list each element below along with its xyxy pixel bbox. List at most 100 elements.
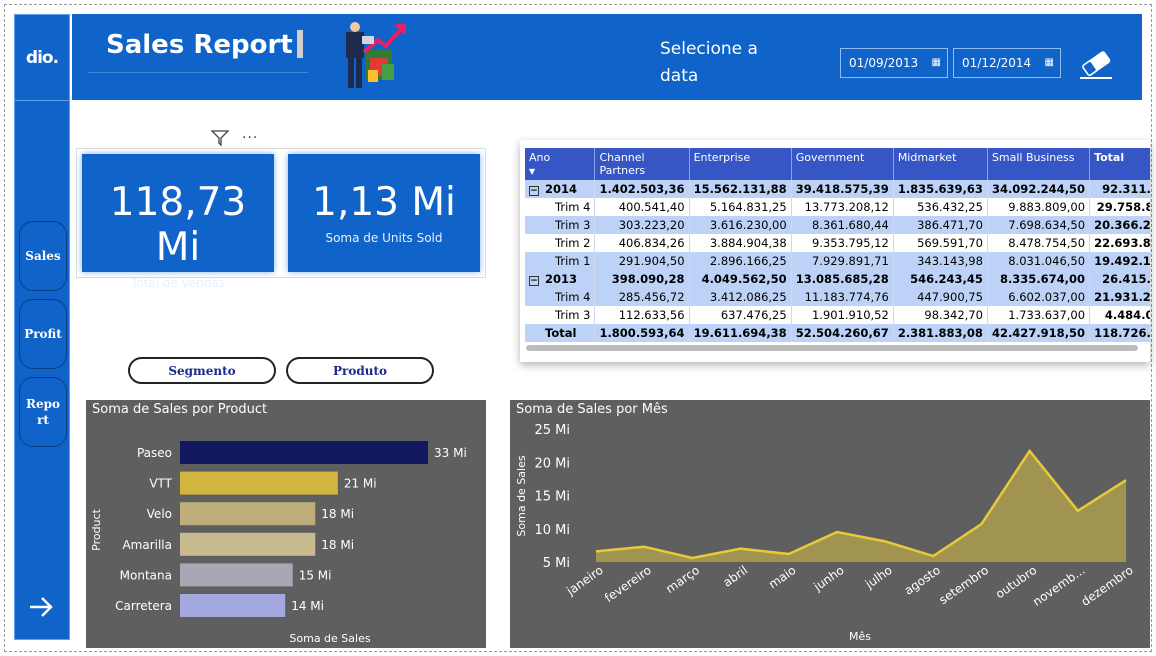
matrix-row-label: Trim 4 <box>525 288 596 306</box>
matrix-cell: 546.243,45 <box>893 270 988 288</box>
calendar-icon[interactable]: ▦ <box>932 49 941 77</box>
bar[interactable] <box>180 441 428 464</box>
date-end-field[interactable]: 01/12/2014 ▦ <box>953 48 1061 78</box>
matrix-cell: 6.602.037,00 <box>987 288 1091 306</box>
matrix-header[interactable]: Small Business <box>987 148 1091 180</box>
bar[interactable] <box>180 471 338 495</box>
matrix-cell: 291.904,50 <box>594 252 690 270</box>
collapse-icon[interactable]: − <box>529 276 539 286</box>
matrix-cell: 21.931.255,4 <box>1089 288 1150 306</box>
matrix-cell: 637.476,25 <box>689 306 792 324</box>
matrix-quarter-row: Trim 2 406.834,26 3.884.904,38 9.353.795,12… <box>525 234 1150 252</box>
date-start-value: 01/09/2013 <box>849 56 919 70</box>
visual-toolbar: ··· <box>210 127 276 149</box>
bar[interactable] <box>180 502 316 526</box>
eraser-icon[interactable] <box>1076 50 1116 80</box>
sidebar-item-label: Report <box>26 397 61 427</box>
kpi-label: Total de vendas <box>131 276 225 290</box>
matrix-cell: 4.049.562,50 <box>689 270 792 288</box>
matrix-cell: 569.591,70 <box>893 234 988 252</box>
matrix-cell: 1.901.910,52 <box>791 306 894 324</box>
x-tick-label: abril <box>720 563 750 590</box>
x-tick-label: setembro <box>936 563 991 607</box>
y-tick-label: 10 Mi <box>534 523 570 538</box>
filter-icon[interactable] <box>210 129 230 147</box>
matrix-header[interactable]: Midmarket <box>893 148 988 180</box>
matrix-cell: 39.418.575,39 <box>791 180 894 198</box>
matrix-header[interactable]: Government <box>791 148 894 180</box>
matrix-cell: 19.611.694,38 <box>689 324 792 342</box>
sidebar-item-report[interactable]: Report <box>19 377 67 447</box>
sidebar-item-label: Profit <box>24 327 62 341</box>
y-tick-label: 5 Mi <box>543 556 570 571</box>
matrix-cell: 118.726.350, <box>1089 324 1150 342</box>
bar-category-label: Amarilla <box>122 538 172 552</box>
matrix-cell: 98.342,70 <box>893 306 988 324</box>
date-start-field[interactable]: 01/09/2013 ▦ <box>840 48 948 78</box>
arrow-right-icon[interactable] <box>25 593 57 625</box>
x-tick-label: fevereiro <box>602 563 654 605</box>
area-chart-svg: 5 Mi10 Mi15 Mi20 Mi25 Mijaneirofevereiro… <box>515 423 1136 643</box>
sidebar-item-profit[interactable]: Profit <box>19 299 67 369</box>
kpi-value: 118,73 Mi <box>109 180 247 270</box>
matrix-year-row: −2014 1.402.503,36 15.562.131,88 39.418.575… <box>525 180 1150 198</box>
matrix-row-label: Trim 3 <box>525 216 596 234</box>
matrix-cell: 9.353.795,12 <box>791 234 894 252</box>
header-bar: Sales Report Selecione a data 01/09/2013… <box>72 14 1142 100</box>
matrix-cell: 13.085.685,28 <box>791 270 894 288</box>
matrix-header[interactable]: Enterprise <box>689 148 792 180</box>
date-select-label: Selecione a data <box>660 39 758 86</box>
matrix-cell: 19.492.152,9 <box>1089 252 1150 270</box>
page-title: Sales Report <box>106 30 293 60</box>
matrix-cell: 29.758.822,( <box>1089 198 1150 216</box>
matrix-row-label: Trim 1 <box>525 252 596 270</box>
bar-category-label: Paseo <box>137 446 172 460</box>
bar[interactable] <box>180 594 286 617</box>
x-tick-label: junho <box>810 563 846 594</box>
matrix-cell: 8.335.674,00 <box>987 270 1091 288</box>
produto-button[interactable]: Produto <box>286 357 434 384</box>
more-options-icon[interactable]: ··· <box>242 130 258 146</box>
x-axis-label: Mês <box>849 630 871 643</box>
y-axis-label: Product <box>90 508 103 550</box>
calendar-icon[interactable]: ▦ <box>1045 49 1054 77</box>
matrix-row-label[interactable]: −2013 <box>525 270 596 288</box>
matrix-cell: 1.835.639,63 <box>893 180 988 198</box>
x-tick-label: agosto <box>902 563 943 598</box>
matrix-quarter-row: Trim 1 291.904,50 2.896.166,25 7.929.891,71… <box>525 252 1150 270</box>
matrix-cell: 92.311.094, <box>1089 180 1150 198</box>
matrix-cell: 400.541,40 <box>594 198 690 216</box>
matrix-cell: 42.427.918,50 <box>987 324 1091 342</box>
bar-category-label: Velo <box>147 507 172 521</box>
matrix-row-label: Trim 2 <box>525 234 596 252</box>
x-tick-label: março <box>663 563 702 596</box>
matrix-cell: 7.929.891,71 <box>791 252 894 270</box>
matrix-cell: 13.773.208,12 <box>791 198 894 216</box>
matrix-year-row: −2013 398.090,28 4.049.562,50 13.085.685,28… <box>525 270 1150 288</box>
collapse-icon[interactable]: − <box>529 186 539 196</box>
sidebar-item-sales[interactable]: Sales <box>19 221 67 291</box>
matrix-cell: 1.800.593,64 <box>594 324 690 342</box>
y-tick-label: 15 Mi <box>534 490 570 505</box>
sales-by-month-chart: Soma de Sales por Mês 5 Mi 10 Mi 15 Mi 20 M… <box>510 400 1150 648</box>
segmento-button[interactable]: Segmento <box>128 357 276 384</box>
bar[interactable] <box>180 532 316 556</box>
matrix-cell: 34.092.244,50 <box>987 180 1091 198</box>
matrix-cell: 7.698.634,50 <box>987 216 1091 234</box>
matrix-header[interactable]: Channel Partners <box>594 148 690 180</box>
businessman-chart-icon <box>346 22 406 88</box>
matrix-cell: 2.381.883,08 <box>893 324 988 342</box>
kpi-card-units-sold[interactable]: 1,13 Mi Soma de Units Sold <box>288 154 480 272</box>
matrix-cell: 303.223,20 <box>594 216 690 234</box>
matrix-cell: 386.471,70 <box>893 216 988 234</box>
bar[interactable] <box>180 563 293 587</box>
matrix-row-label[interactable]: −2014 <box>525 180 596 198</box>
matrix-header[interactable]: Total <box>1089 148 1150 180</box>
matrix-cell: 15.562.131,88 <box>689 180 792 198</box>
matrix-header-ano[interactable]: Ano ▼ <box>525 148 596 180</box>
matrix-cell: 8.361.680,44 <box>791 216 894 234</box>
y-axis-label: Soma de Sales <box>515 455 528 536</box>
kpi-card-total-sales[interactable]: 118,73 Mi Total de vendas <box>82 154 274 290</box>
x-tick-label: novemb... <box>1030 563 1087 609</box>
horizontal-scrollbar[interactable] <box>526 345 1138 351</box>
